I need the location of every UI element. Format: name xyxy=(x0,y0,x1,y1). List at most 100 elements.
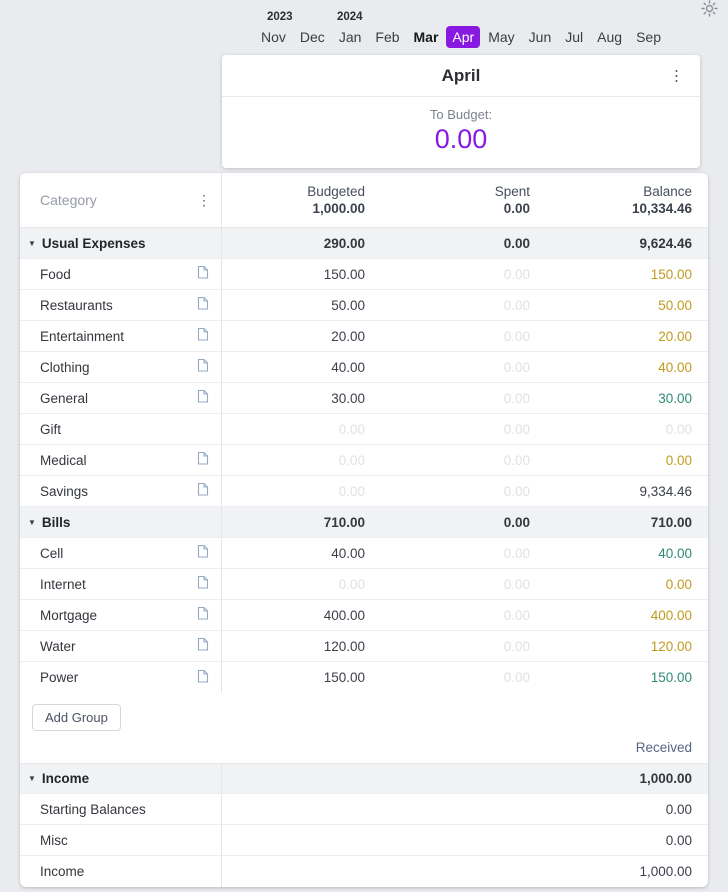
month-feb[interactable]: Feb xyxy=(369,26,405,48)
balance-value: 9,334.46 xyxy=(530,484,708,499)
balance-value: 150.00 xyxy=(530,267,708,282)
received-column-header: Received xyxy=(636,740,692,755)
balance-value: 120.00 xyxy=(530,639,708,654)
month-may[interactable]: May xyxy=(482,26,520,48)
category-name: Savings xyxy=(40,484,88,499)
expense-rows: ▼Usual Expenses290.000.009,624.46 Food 150… xyxy=(20,228,708,693)
note-icon[interactable] xyxy=(197,545,209,562)
triangle-down-icon[interactable]: ▼ xyxy=(28,239,36,248)
year-label-2024: 2024 xyxy=(337,11,363,23)
month-jul[interactable]: Jul xyxy=(559,26,589,48)
category-name-cell[interactable]: Water xyxy=(20,631,222,661)
group-row-bills[interactable]: ▼Bills710.000.00710.00 xyxy=(20,507,708,538)
totals-header: Budgeted 1,000.00 Spent 0.00 Balance 10,… xyxy=(222,173,708,227)
budgeted-value[interactable]: 150.00 xyxy=(222,670,365,685)
note-icon[interactable] xyxy=(197,669,209,686)
card-title-row: April ⋮ xyxy=(222,55,700,97)
spent-value: 0.00 xyxy=(365,267,530,282)
balance-value: 150.00 xyxy=(530,670,708,685)
category-name-cell[interactable]: Income xyxy=(20,856,222,887)
budgeted-value: 290.00 xyxy=(222,236,365,251)
group-row-income[interactable]: ▼Income1,000.00 xyxy=(20,763,708,794)
triangle-down-icon[interactable]: ▼ xyxy=(28,774,36,783)
month-mar[interactable]: Mar xyxy=(408,26,445,48)
category-name: Internet xyxy=(40,577,86,592)
note-icon[interactable] xyxy=(197,483,209,500)
note-icon[interactable] xyxy=(197,297,209,314)
spent-value: 0.00 xyxy=(365,453,530,468)
category-row-general: General30.000.0030.00 xyxy=(20,383,708,414)
kebab-menu-icon[interactable]: ⋮ xyxy=(197,192,211,209)
category-name: Cell xyxy=(40,546,63,561)
spent-column-header[interactable]: Spent 0.00 xyxy=(365,184,530,216)
balance-value: 400.00 xyxy=(530,608,708,623)
month-sep[interactable]: Sep xyxy=(630,26,667,48)
budgeted-value[interactable]: 150.00 xyxy=(222,267,365,282)
category-name-cell[interactable]: Internet xyxy=(20,569,222,599)
kebab-menu-icon[interactable]: ⋮ xyxy=(665,66,688,85)
category-values: 0.000.000.00 xyxy=(222,569,708,599)
income-rows: ▼Income1,000.00Starting Balances0.00Misc… xyxy=(20,763,708,887)
spent-value: 0.00 xyxy=(365,329,530,344)
category-values: 20.000.0020.00 xyxy=(222,321,708,351)
category-name-cell[interactable]: Restaurants xyxy=(20,290,222,320)
budgeted-value[interactable]: 0.00 xyxy=(222,453,365,468)
group-values: 290.000.009,624.46 xyxy=(222,228,708,258)
year-label-2023: 2023 xyxy=(267,11,293,23)
month-dec[interactable]: Dec xyxy=(294,26,331,48)
category-name: Food xyxy=(40,267,71,282)
month-jun[interactable]: Jun xyxy=(523,26,558,48)
to-budget-label: To Budget: xyxy=(222,107,700,122)
to-budget-value[interactable]: 0.00 xyxy=(222,124,700,155)
budgeted-value[interactable]: 30.00 xyxy=(222,391,365,406)
note-icon[interactable] xyxy=(197,607,209,624)
month-nov[interactable]: Nov xyxy=(255,26,292,48)
category-name-cell[interactable]: Entertainment xyxy=(20,321,222,351)
category-name-cell[interactable]: Misc xyxy=(20,825,222,855)
category-name-cell[interactable]: Cell xyxy=(20,538,222,568)
category-name-cell[interactable]: Food xyxy=(20,259,222,289)
note-icon[interactable] xyxy=(197,452,209,469)
budgeted-value[interactable]: 50.00 xyxy=(222,298,365,313)
budgeted-value[interactable]: 400.00 xyxy=(222,608,365,623)
budgeted-value[interactable]: 40.00 xyxy=(222,546,365,561)
category-name-cell[interactable]: Medical xyxy=(20,445,222,475)
budget-table: Category ⋮ Budgeted 1,000.00 Spent 0.00 … xyxy=(20,173,708,887)
category-values: 30.000.0030.00 xyxy=(222,383,708,413)
balance-column-header[interactable]: Balance 10,334.46 xyxy=(530,184,708,216)
note-icon[interactable] xyxy=(197,266,209,283)
note-icon[interactable] xyxy=(197,390,209,407)
balance-value: 40.00 xyxy=(530,360,708,375)
budgeted-value[interactable]: 120.00 xyxy=(222,639,365,654)
budgeted-value[interactable]: 40.00 xyxy=(222,360,365,375)
month-picker: 2023 2024 NovDecJanFebMarAprMayJunJulAug… xyxy=(0,0,728,50)
category-name: Clothing xyxy=(40,360,90,375)
category-name-cell[interactable]: Starting Balances xyxy=(20,794,222,824)
note-icon[interactable] xyxy=(197,638,209,655)
month-aug[interactable]: Aug xyxy=(591,26,628,48)
category-name-cell[interactable]: Gift xyxy=(20,414,222,444)
budgeted-value[interactable]: 0.00 xyxy=(222,577,365,592)
category-name-cell[interactable]: Savings xyxy=(20,476,222,506)
category-name-cell[interactable]: Clothing xyxy=(20,352,222,382)
budgeted-column-header[interactable]: Budgeted 1,000.00 xyxy=(222,184,365,216)
note-icon[interactable] xyxy=(197,576,209,593)
month-jan[interactable]: Jan xyxy=(333,26,368,48)
income-row-income: Income1,000.00 xyxy=(20,856,708,887)
budgeted-value[interactable]: 20.00 xyxy=(222,329,365,344)
category-name-cell[interactable]: General xyxy=(20,383,222,413)
group-row-usual-expenses[interactable]: ▼Usual Expenses290.000.009,624.46 xyxy=(20,228,708,259)
note-icon[interactable] xyxy=(197,328,209,345)
category-name-cell[interactable]: Mortgage xyxy=(20,600,222,630)
add-group-button[interactable]: Add Group xyxy=(32,704,121,731)
spent-value: 0.00 xyxy=(365,422,530,437)
spent-value: 0.00 xyxy=(365,298,530,313)
budgeted-value[interactable]: 0.00 xyxy=(222,422,365,437)
month-apr[interactable]: Apr xyxy=(446,26,480,48)
budgeted-value[interactable]: 0.00 xyxy=(222,484,365,499)
category-name-cell[interactable]: Power xyxy=(20,662,222,693)
triangle-down-icon[interactable]: ▼ xyxy=(28,518,36,527)
sun-icon[interactable] xyxy=(701,0,718,20)
category-row-water: Water120.000.00120.00 xyxy=(20,631,708,662)
note-icon[interactable] xyxy=(197,359,209,376)
